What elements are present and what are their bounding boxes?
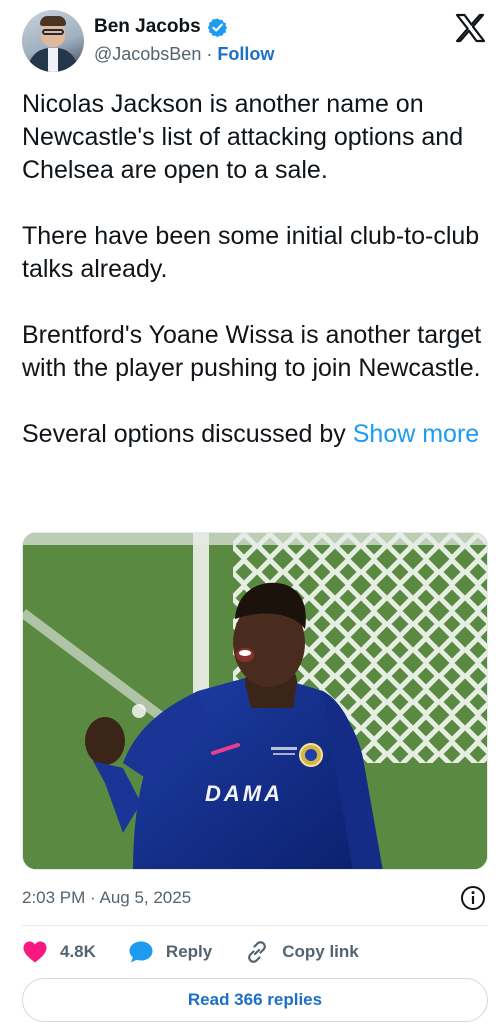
author-name-row[interactable]: Ben Jacobs: [94, 16, 228, 38]
like-count: 4.8K: [60, 942, 96, 961]
tweet-meta: 2:03 PM · Aug 5, 2025: [22, 884, 488, 912]
verified-badge-icon: [207, 17, 227, 37]
info-icon[interactable]: [460, 885, 486, 911]
reply-bubble-icon: [129, 941, 153, 963]
tweet-paragraph: Brentford's Yoane Wissa is another targe…: [22, 321, 482, 382]
tweet-paragraph: There have been some initial club-to-clu…: [22, 222, 480, 283]
tweet-paragraph-truncated: Several options discussed by Show more: [22, 418, 484, 451]
avatar[interactable]: [22, 10, 84, 72]
shirt-sponsor-text: DAMA: [205, 781, 283, 806]
separator-dot: ·: [206, 44, 213, 64]
tweet-paragraph: Nicolas Jackson is another name on Newca…: [22, 90, 464, 184]
tweet-actions: 4.8K Reply Copy link: [22, 936, 488, 968]
tweet-media-photo[interactable]: DAMA: [22, 532, 488, 870]
reply-label: Reply: [165, 942, 213, 961]
tweet-truncated-text: Several options discussed by: [22, 420, 346, 448]
x-logo-icon[interactable]: [454, 12, 486, 44]
tweet-timestamp[interactable]: 2:03 PM · Aug 5, 2025: [22, 888, 191, 908]
follow-button[interactable]: Follow: [217, 44, 274, 65]
author-name[interactable]: Ben Jacobs: [94, 16, 201, 38]
author-handle-row: @JacobsBen · Follow: [94, 44, 274, 65]
tweet-header: Ben Jacobs @JacobsBen · Follow: [22, 10, 488, 76]
like-button[interactable]: 4.8K: [22, 940, 96, 964]
reply-button[interactable]: Reply: [128, 940, 212, 964]
player-photo: DAMA: [23, 533, 487, 869]
author-handle[interactable]: @JacobsBen: [94, 44, 201, 65]
read-replies-button[interactable]: Read 366 replies: [22, 978, 488, 1022]
divider: [22, 925, 488, 926]
copy-link-button[interactable]: Copy link: [244, 939, 359, 965]
show-more-link[interactable]: Show more: [353, 420, 479, 448]
read-replies-label: Read 366 replies: [187, 990, 323, 1009]
heart-icon: [23, 941, 47, 963]
tweet-text: Nicolas Jackson is another name on Newca…: [22, 88, 484, 451]
copy-link-label: Copy link: [282, 942, 359, 961]
link-icon: [248, 941, 267, 963]
